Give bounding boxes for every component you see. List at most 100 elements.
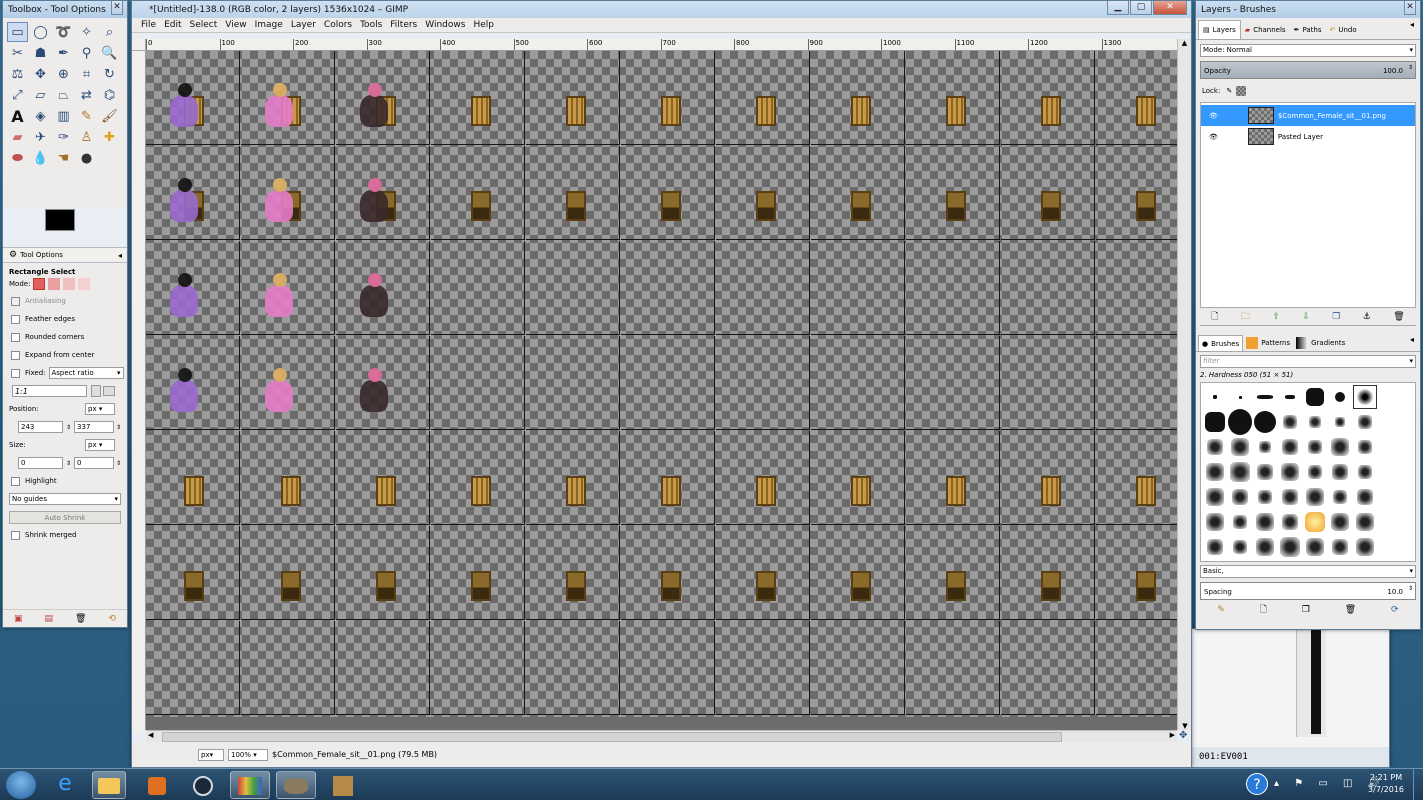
vertical-scrollbar[interactable]: ▲ ▼ [1177, 39, 1191, 730]
new-layer-group-icon[interactable]: 🗀 [1241, 309, 1250, 325]
new-layer-icon[interactable]: 🗋 [1211, 309, 1218, 325]
brush-swatch[interactable] [1278, 485, 1302, 509]
eraser-tool[interactable]: ▰ [7, 127, 28, 147]
layer-row-selected[interactable]: 👁 $Common_Female_sit__01.png [1201, 105, 1415, 126]
brush-swatch[interactable] [1353, 535, 1377, 559]
size-w-input[interactable]: 0 [18, 457, 63, 469]
tab-menu-icon[interactable]: ◂ [1410, 20, 1414, 39]
close-button[interactable]: ✕ [1153, 1, 1187, 15]
dock-window[interactable]: Layers - Brushes ✕ ▤ Layers ▰ Channels ✒ Pa… [1195, 0, 1421, 630]
portrait-icon[interactable] [91, 385, 101, 397]
dock-titlebar[interactable]: Layers - Brushes ✕ [1196, 1, 1420, 18]
scroll-thumb[interactable] [162, 732, 1062, 742]
highlight-checkbox[interactable] [11, 476, 20, 486]
clock[interactable]: 2:21 PM 3/7/2016 [1366, 773, 1406, 794]
brush-swatch[interactable] [1353, 410, 1377, 434]
paths-tool[interactable]: ✒ [53, 43, 74, 63]
help-icon[interactable]: ? [1246, 773, 1268, 795]
brush-swatch[interactable] [1278, 510, 1302, 534]
brush-swatch[interactable] [1228, 535, 1252, 559]
fixed-checkbox[interactable] [11, 368, 20, 378]
shear-tool[interactable]: ▱ [30, 85, 51, 105]
brush-swatch[interactable] [1353, 485, 1377, 509]
delete-brush-icon[interactable]: 🗑 [1345, 605, 1356, 615]
mode-replace-icon[interactable] [33, 278, 46, 290]
maximize-button[interactable]: ▢ [1130, 1, 1152, 15]
brush-swatch[interactable] [1253, 435, 1277, 459]
foreground-select-tool[interactable]: ☗ [30, 43, 51, 63]
foreground-color[interactable] [45, 209, 75, 231]
heal-tool[interactable]: ✚ [99, 127, 120, 147]
brush-swatch[interactable] [1328, 460, 1352, 484]
tab-layers[interactable]: ▤ Layers [1198, 20, 1241, 39]
ink-tool[interactable]: ✑ [53, 127, 74, 147]
tab-paths[interactable]: ✒ Paths [1290, 20, 1326, 39]
steam-icon[interactable] [186, 771, 220, 799]
menu-tools[interactable]: Tools [356, 20, 386, 30]
brush-swatch[interactable] [1353, 510, 1377, 534]
duplicate-layer-icon[interactable]: ❐ [1332, 312, 1340, 322]
horizontal-ruler[interactable]: 0 100 200 300 400 500 600 700 800 900 1000 1100 1200… [146, 39, 1177, 51]
image-canvas[interactable] [146, 51, 1177, 717]
brush-swatch[interactable] [1228, 460, 1252, 484]
mode-add-icon[interactable] [48, 278, 61, 290]
scroll-up-icon[interactable]: ▲ [1178, 39, 1191, 47]
brush-swatch[interactable] [1328, 485, 1352, 509]
blend-tool[interactable]: ▥ [53, 106, 74, 126]
landscape-icon[interactable] [103, 386, 115, 396]
scissors-tool[interactable]: ✂ [7, 43, 28, 63]
toolbox-window[interactable]: Toolbox - Tool Options ✕ ▭ ◯ ➰ ✧ ⌕ ✂ ☗ ✒… [2, 0, 128, 628]
tool-options-tab[interactable]: Tool Options [20, 251, 63, 259]
perspective-clone-tool[interactable]: ⬬ [7, 148, 28, 168]
restore-options-icon[interactable]: ▤ [44, 614, 53, 624]
brush-swatch[interactable] [1353, 460, 1377, 484]
brush-swatch[interactable] [1228, 435, 1252, 459]
brush-swatch[interactable] [1253, 460, 1277, 484]
brush-swatch[interactable] [1203, 485, 1227, 509]
explorer-icon[interactable] [92, 771, 126, 799]
show-desktop-button[interactable] [1413, 769, 1423, 800]
antialiasing-checkbox[interactable] [11, 296, 20, 306]
brush-swatch[interactable] [1303, 460, 1327, 484]
delete-layer-icon[interactable]: 🗑 [1393, 312, 1404, 322]
visibility-eye-icon[interactable]: 👁 [1209, 133, 1218, 141]
toolbox-titlebar[interactable]: Toolbox - Tool Options ✕ [3, 1, 127, 18]
menu-select[interactable]: Select [186, 20, 222, 30]
brush-swatch[interactable] [1303, 510, 1327, 534]
save-options-icon[interactable]: ▣ [14, 614, 23, 624]
brush-swatch[interactable] [1328, 410, 1352, 434]
spin-icon[interactable]: ⇕ [116, 424, 121, 431]
fixed-select[interactable]: Aspect ratio ▾ [48, 367, 124, 379]
dock-close-button[interactable]: ✕ [1404, 1, 1416, 15]
scroll-left-icon[interactable]: ◀ [148, 731, 153, 739]
menu-view[interactable]: View [221, 20, 250, 30]
position-x-input[interactable]: 243 [18, 421, 63, 433]
brush-swatch[interactable] [1228, 409, 1252, 435]
mode-intersect-icon[interactable] [78, 278, 91, 290]
spin-icon[interactable]: ⇕ [66, 424, 71, 431]
guides-select[interactable]: No guides ▾ [9, 493, 121, 505]
ratio-input[interactable]: 1:1 [12, 385, 87, 397]
image-titlebar[interactable]: *[Untitled]-138.0 (RGB color, 2 layers) … [132, 1, 1191, 18]
fuzzy-select-tool[interactable]: ✧ [76, 22, 97, 42]
airbrush-tool[interactable]: ✈ [30, 127, 51, 147]
vertical-ruler[interactable] [132, 51, 146, 730]
measure-tool[interactable]: ⚖ [7, 64, 28, 84]
brush-swatch[interactable] [1278, 435, 1302, 459]
brush-swatch[interactable] [1328, 435, 1352, 459]
menu-help[interactable]: Help [469, 20, 498, 30]
reset-options-icon[interactable]: ⟲ [108, 614, 116, 624]
tab-patterns[interactable]: Patterns [1243, 335, 1293, 351]
pencil-tool[interactable]: ✎ [76, 106, 97, 126]
expand-from-center-checkbox[interactable] [11, 350, 20, 360]
blur-tool[interactable]: 💧 [30, 148, 51, 168]
tab-gradients[interactable]: Gradients [1293, 335, 1348, 351]
brush-swatch[interactable] [1228, 510, 1252, 534]
menu-layer[interactable]: Layer [287, 20, 320, 30]
auto-shrink-button[interactable]: Auto Shrink [9, 510, 121, 524]
color-picker-tool[interactable]: ⚲ [76, 43, 97, 63]
menu-colors[interactable]: Colors [320, 20, 356, 30]
align-tool[interactable]: ⊕ [53, 64, 74, 84]
image-window[interactable]: *[Untitled]-138.0 (RGB color, 2 layers) … [131, 0, 1192, 768]
zoom-select[interactable]: 100% ▾ [228, 748, 268, 761]
